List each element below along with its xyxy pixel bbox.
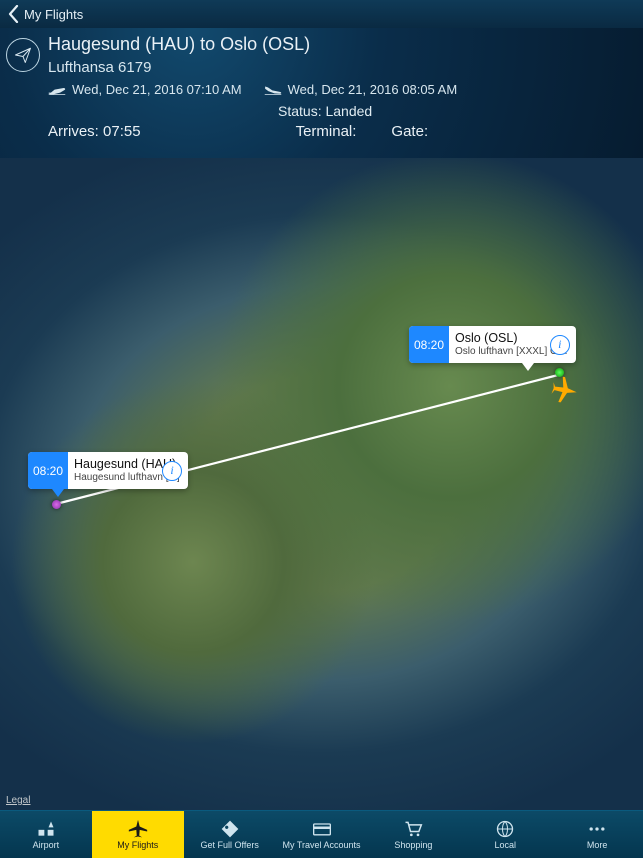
tab-label: More [587, 840, 608, 850]
tab-label: Shopping [394, 840, 432, 850]
destination-time-badge: 08:20 [409, 326, 449, 363]
route-title: Haugesund (HAU) to Oslo (OSL) [48, 34, 631, 55]
tab-label: Airport [33, 840, 60, 850]
origin-callout[interactable]: 08:20 Haugesund (HAU) Haugesund lufthavn… [28, 452, 188, 489]
map-view[interactable]: 08:20 Haugesund (HAU) Haugesund lufthavn… [0, 158, 643, 810]
tab-label: Get Full Offers [200, 840, 258, 850]
tab-bar: Airport My Flights Get Full Offers My Tr… [0, 810, 643, 858]
legal-link[interactable]: Legal [6, 795, 30, 806]
destination-info-button[interactable]: i [550, 335, 570, 355]
app-root: My Flights Haugesund (HAU) to Oslo (OSL)… [0, 0, 643, 858]
plane-marker-icon [548, 374, 580, 406]
origin-time-badge: 08:20 [28, 452, 68, 489]
origin-dot [52, 500, 61, 509]
terminal-label: Terminal: [296, 123, 357, 140]
send-icon[interactable] [6, 38, 40, 72]
origin-info-button[interactable]: i [162, 461, 182, 481]
plane-takeoff-icon [48, 83, 66, 97]
tab-label: My Travel Accounts [282, 840, 360, 850]
tag-icon [220, 819, 240, 839]
tab-more[interactable]: More [551, 811, 643, 858]
tab-my-flights[interactable]: My Flights [92, 811, 184, 858]
plane-landing-icon [264, 83, 282, 97]
globe-icon [495, 819, 515, 839]
chevron-left-icon [8, 5, 20, 23]
plane-icon [128, 819, 148, 839]
status-label: Status: [278, 103, 322, 119]
nav-bar: My Flights [0, 0, 643, 28]
card-icon [312, 819, 332, 839]
tab-offers[interactable]: Get Full Offers [184, 811, 276, 858]
cart-icon [403, 819, 423, 839]
status-value: Landed [325, 103, 372, 119]
gate-label: Gate: [391, 123, 428, 140]
arrival-time: Wed, Dec 21, 2016 08:05 AM [288, 82, 458, 97]
tab-airport[interactable]: Airport [0, 811, 92, 858]
tab-shopping[interactable]: Shopping [367, 811, 459, 858]
airline-flight-number: Lufthansa 6179 [48, 59, 631, 76]
back-button[interactable]: My Flights [0, 5, 91, 23]
more-icon [587, 819, 607, 839]
airport-icon [36, 819, 56, 839]
arrives-label: Arrives: [48, 123, 99, 140]
tab-local[interactable]: Local [459, 811, 551, 858]
destination-callout[interactable]: 08:20 Oslo (OSL) Oslo lufthavn [XXXL] G…… [409, 326, 576, 363]
flight-info-panel: Haugesund (HAU) to Oslo (OSL) Lufthansa … [0, 28, 643, 158]
tab-label: My Flights [117, 840, 158, 850]
tab-accounts[interactable]: My Travel Accounts [276, 811, 368, 858]
arrives-value: 07:55 [103, 123, 141, 140]
back-label: My Flights [24, 7, 83, 22]
departure-time: Wed, Dec 21, 2016 07:10 AM [72, 82, 242, 97]
tab-label: Local [494, 840, 516, 850]
